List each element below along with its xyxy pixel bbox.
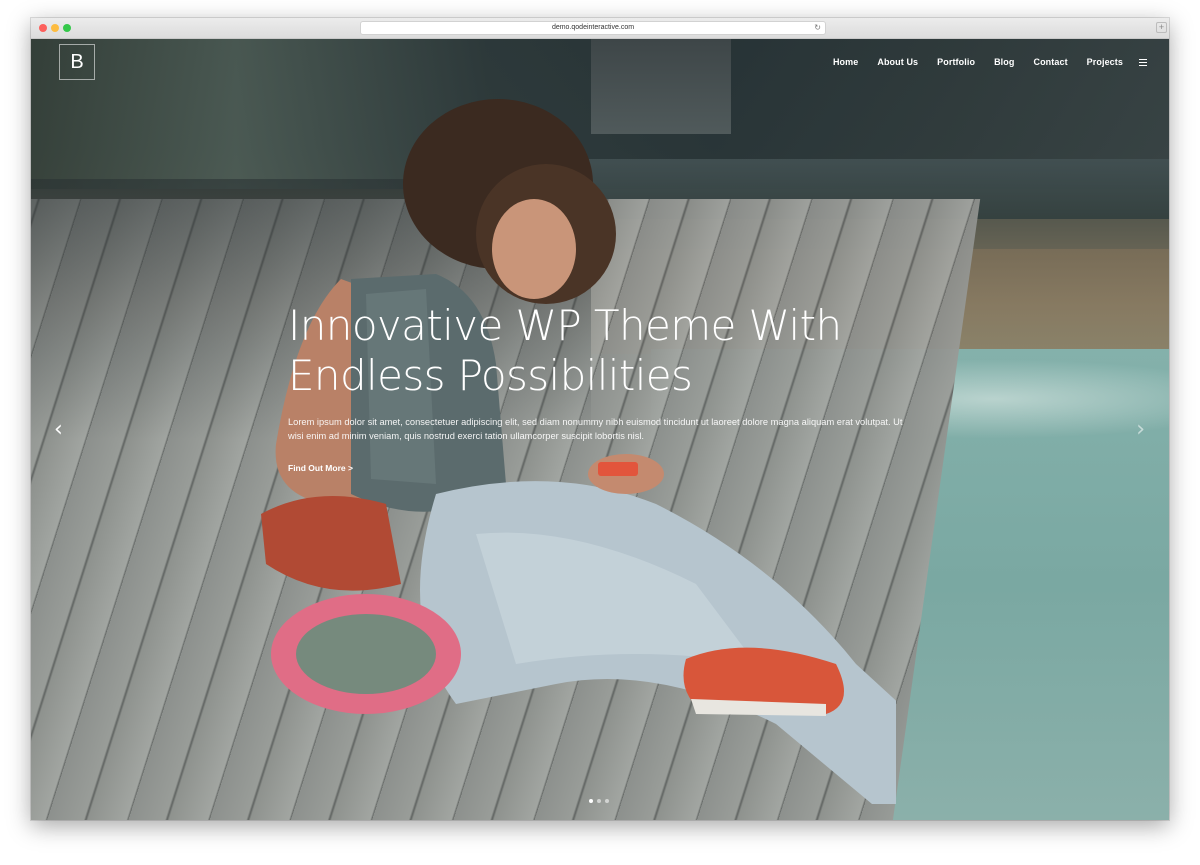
site-header: B Home About Us Portfolio Blog Contact P… — [31, 39, 1169, 99]
slider-dot-1[interactable] — [589, 799, 593, 803]
nav-item-portfolio[interactable]: Portfolio — [937, 57, 975, 67]
find-out-more-link[interactable]: Find Out More > — [288, 463, 353, 473]
browser-titlebar: demo.qodeinteractive.com ↻ + — [31, 18, 1169, 39]
slider-pagination — [589, 799, 613, 803]
nav-item-about-us[interactable]: About Us — [877, 57, 918, 67]
site-logo[interactable]: B — [59, 44, 95, 80]
slider-dot-2[interactable] — [597, 799, 601, 803]
minimize-window-button[interactable] — [51, 24, 59, 32]
address-bar[interactable]: demo.qodeinteractive.com ↻ — [360, 21, 826, 35]
slider-dot-3[interactable] — [605, 799, 609, 803]
slide-description: Lorem ipsum dolor sit amet, consectetuer… — [288, 417, 903, 441]
slider-next-arrow-icon[interactable]: › — [1136, 419, 1145, 441]
maximize-window-button[interactable] — [63, 24, 71, 32]
reload-icon[interactable]: ↻ — [814, 22, 821, 34]
close-window-button[interactable] — [39, 24, 47, 32]
nav-item-home[interactable]: Home — [833, 57, 858, 67]
nav-item-projects[interactable]: Projects — [1087, 57, 1123, 67]
nav-item-blog[interactable]: Blog — [994, 57, 1014, 67]
new-tab-button[interactable]: + — [1156, 22, 1167, 33]
slide-title-line-1: Innovative WP Theme With — [288, 301, 842, 350]
slide-title-line-2: Endless Possibilities — [288, 351, 693, 400]
nav-item-contact[interactable]: Contact — [1033, 57, 1067, 67]
browser-window: demo.qodeinteractive.com ↻ + B Home Abou… — [31, 18, 1169, 820]
slide-caption: Innovative WP Theme With Endless Possibi… — [288, 301, 908, 476]
slide-title: Innovative WP Theme With Endless Possibi… — [288, 301, 908, 401]
main-navigation: Home About Us Portfolio Blog Contact Pro… — [814, 57, 1147, 67]
hero-slider: B Home About Us Portfolio Blog Contact P… — [31, 39, 1169, 820]
address-bar-url: demo.qodeinteractive.com — [551, 24, 635, 31]
slider-prev-arrow-icon[interactable]: ‹ — [54, 419, 63, 441]
hamburger-menu-icon[interactable] — [1139, 58, 1147, 66]
